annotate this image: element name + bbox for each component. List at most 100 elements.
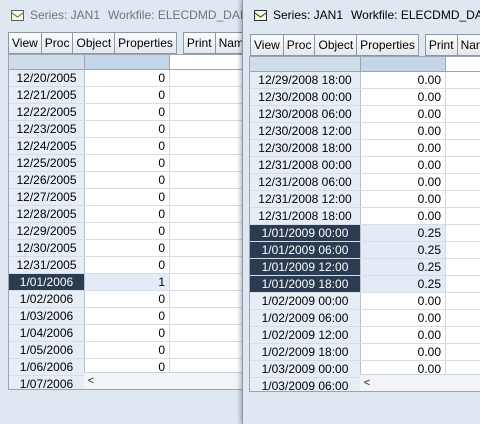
row-date-label[interactable]: 1/05/2006 — [9, 342, 85, 358]
row-date-label[interactable]: 12/21/2005 — [9, 87, 85, 103]
print-button[interactable]: Print — [182, 32, 216, 54]
table-row[interactable]: 12/22/2005 0 — [9, 104, 247, 121]
row-date-label[interactable]: 1/01/2009 12:00 — [250, 259, 361, 275]
horizontal-scrollbar[interactable]: < — [360, 374, 480, 391]
row-value-cell[interactable]: 0.25 — [361, 276, 446, 292]
row-value-cell[interactable]: 0.25 — [361, 225, 446, 241]
row-value-cell[interactable]: 0 — [85, 87, 170, 103]
table-row[interactable]: 12/23/2005 0 — [9, 121, 247, 138]
row-value-cell[interactable]: 0.00 — [361, 140, 446, 156]
row-date-label[interactable]: 12/30/2008 18:00 — [250, 140, 361, 156]
table-row[interactable]: 1/03/2006 0 — [9, 308, 247, 325]
row-value-cell[interactable]: 0 — [85, 104, 170, 120]
table-row[interactable]: 12/31/2008 12:00 0.00 — [250, 191, 480, 208]
row-date-label[interactable]: 12/28/2005 — [9, 206, 85, 222]
table-row[interactable]: 1/01/2006 1 — [9, 274, 247, 291]
row-value-cell[interactable]: 0 — [85, 172, 170, 188]
row-value-cell[interactable]: 0 — [85, 138, 170, 154]
row-date-label[interactable]: 1/03/2009 00:00 — [250, 361, 361, 377]
row-date-label[interactable]: 12/22/2005 — [9, 104, 85, 120]
row-value-cell[interactable]: 0.00 — [361, 310, 446, 326]
scroll-left-icon[interactable]: < — [84, 375, 98, 387]
row-date-label[interactable]: 12/30/2005 — [9, 240, 85, 256]
empty-cell[interactable] — [170, 325, 247, 341]
horizontal-scrollbar[interactable]: < — [84, 372, 247, 389]
row-value-cell[interactable]: 0.00 — [361, 208, 446, 224]
empty-cell[interactable] — [170, 308, 247, 324]
row-date-label[interactable]: 12/31/2008 00:00 — [250, 157, 361, 173]
row-value-cell[interactable]: 0.00 — [361, 157, 446, 173]
row-value-cell[interactable]: 0 — [85, 257, 170, 273]
row-date-label[interactable]: 12/31/2008 12:00 — [250, 191, 361, 207]
row-date-label[interactable]: 1/01/2009 00:00 — [250, 225, 361, 241]
table-row[interactable]: 1/01/2009 06:00 0.25 — [250, 242, 480, 259]
proc-button[interactable]: Proc — [282, 34, 316, 56]
row-date-label[interactable]: 1/02/2006 — [9, 291, 85, 307]
table-row[interactable]: 1/02/2009 06:00 0.00 — [250, 310, 480, 327]
row-date-label[interactable]: 12/31/2008 18:00 — [250, 208, 361, 224]
empty-cell[interactable] — [446, 123, 480, 139]
row-date-label[interactable]: 1/07/2006 — [9, 376, 85, 389]
empty-cell[interactable] — [170, 104, 247, 120]
row-value-cell[interactable]: 0 — [85, 291, 170, 307]
row-value-cell[interactable]: 0 — [85, 189, 170, 205]
header-value-cell[interactable] — [85, 55, 170, 69]
table-row[interactable]: 12/30/2005 0 — [9, 240, 247, 257]
table-row[interactable]: 12/30/2008 06:00 0.00 — [250, 106, 480, 123]
row-value-cell[interactable]: 0.00 — [361, 191, 446, 207]
empty-cell[interactable] — [446, 191, 480, 207]
table-row[interactable]: 12/30/2008 18:00 0.00 — [250, 140, 480, 157]
empty-cell[interactable] — [446, 259, 480, 275]
view-button[interactable]: View — [250, 34, 284, 56]
row-value-cell[interactable]: 0 — [85, 342, 170, 358]
table-row[interactable]: 12/27/2005 0 — [9, 189, 247, 206]
row-value-cell[interactable]: 0 — [85, 325, 170, 341]
row-date-label[interactable]: 12/31/2005 — [9, 257, 85, 273]
row-value-cell[interactable]: 0 — [85, 206, 170, 222]
empty-cell[interactable] — [446, 140, 480, 156]
table-row[interactable]: 12/29/2005 0 — [9, 223, 247, 240]
series-window-foreground[interactable]: Series: JAN1 Workfile: ELECDMD_DAILY Vie… — [242, 0, 480, 424]
empty-cell[interactable] — [170, 240, 247, 256]
empty-cell[interactable] — [170, 206, 247, 222]
row-date-label[interactable]: 1/01/2009 06:00 — [250, 242, 361, 258]
empty-cell[interactable] — [170, 342, 247, 358]
row-value-cell[interactable]: 1 — [85, 274, 170, 290]
empty-cell[interactable] — [446, 310, 480, 326]
spreadsheet-grid[interactable]: 12/29/2008 18:00 0.00 12/30/2008 00:00 0.00… — [249, 56, 480, 392]
row-date-label[interactable]: 1/01/2009 18:00 — [250, 276, 361, 292]
table-row[interactable]: 12/31/2008 00:00 0.00 — [250, 157, 480, 174]
empty-cell[interactable] — [170, 257, 247, 273]
row-date-label[interactable]: 1/02/2009 00:00 — [250, 293, 361, 309]
table-row[interactable]: 12/20/2005 0 — [9, 70, 247, 87]
row-value-cell[interactable]: 0.00 — [361, 327, 446, 343]
row-date-label[interactable]: 12/24/2005 — [9, 138, 85, 154]
empty-cell[interactable] — [170, 223, 247, 239]
row-date-label[interactable]: 1/04/2006 — [9, 325, 85, 341]
empty-cell[interactable] — [446, 344, 480, 360]
scroll-left-icon[interactable]: < — [360, 377, 374, 389]
empty-cell[interactable] — [170, 70, 247, 86]
table-row[interactable]: 1/01/2009 18:00 0.25 — [250, 276, 480, 293]
row-date-label[interactable]: 1/01/2006 — [9, 274, 85, 290]
empty-cell[interactable] — [170, 274, 247, 290]
row-date-label[interactable]: 12/27/2005 — [9, 189, 85, 205]
row-value-cell[interactable]: 0 — [85, 155, 170, 171]
row-date-label[interactable]: 12/30/2008 12:00 — [250, 123, 361, 139]
row-date-label[interactable]: 1/02/2009 18:00 — [250, 344, 361, 360]
table-row[interactable]: 1/02/2009 18:00 0.00 — [250, 344, 480, 361]
table-row[interactable]: 12/28/2005 0 — [9, 206, 247, 223]
empty-cell[interactable] — [446, 72, 480, 88]
table-row[interactable]: 12/31/2008 06:00 0.00 — [250, 174, 480, 191]
empty-cell[interactable] — [170, 87, 247, 103]
row-value-cell[interactable]: 0 — [85, 223, 170, 239]
table-row[interactable]: 1/02/2006 0 — [9, 291, 247, 308]
empty-cell[interactable] — [446, 293, 480, 309]
empty-cell[interactable] — [170, 121, 247, 137]
window-title-bar[interactable]: Series: JAN1 Workfile: ELECDMD_DAILY — [0, 0, 247, 30]
empty-cell[interactable] — [446, 276, 480, 292]
table-row[interactable]: 12/30/2008 12:00 0.00 — [250, 123, 480, 140]
table-row[interactable]: 12/25/2005 0 — [9, 155, 247, 172]
table-row[interactable]: 12/30/2008 00:00 0.00 — [250, 89, 480, 106]
empty-cell[interactable] — [446, 327, 480, 343]
